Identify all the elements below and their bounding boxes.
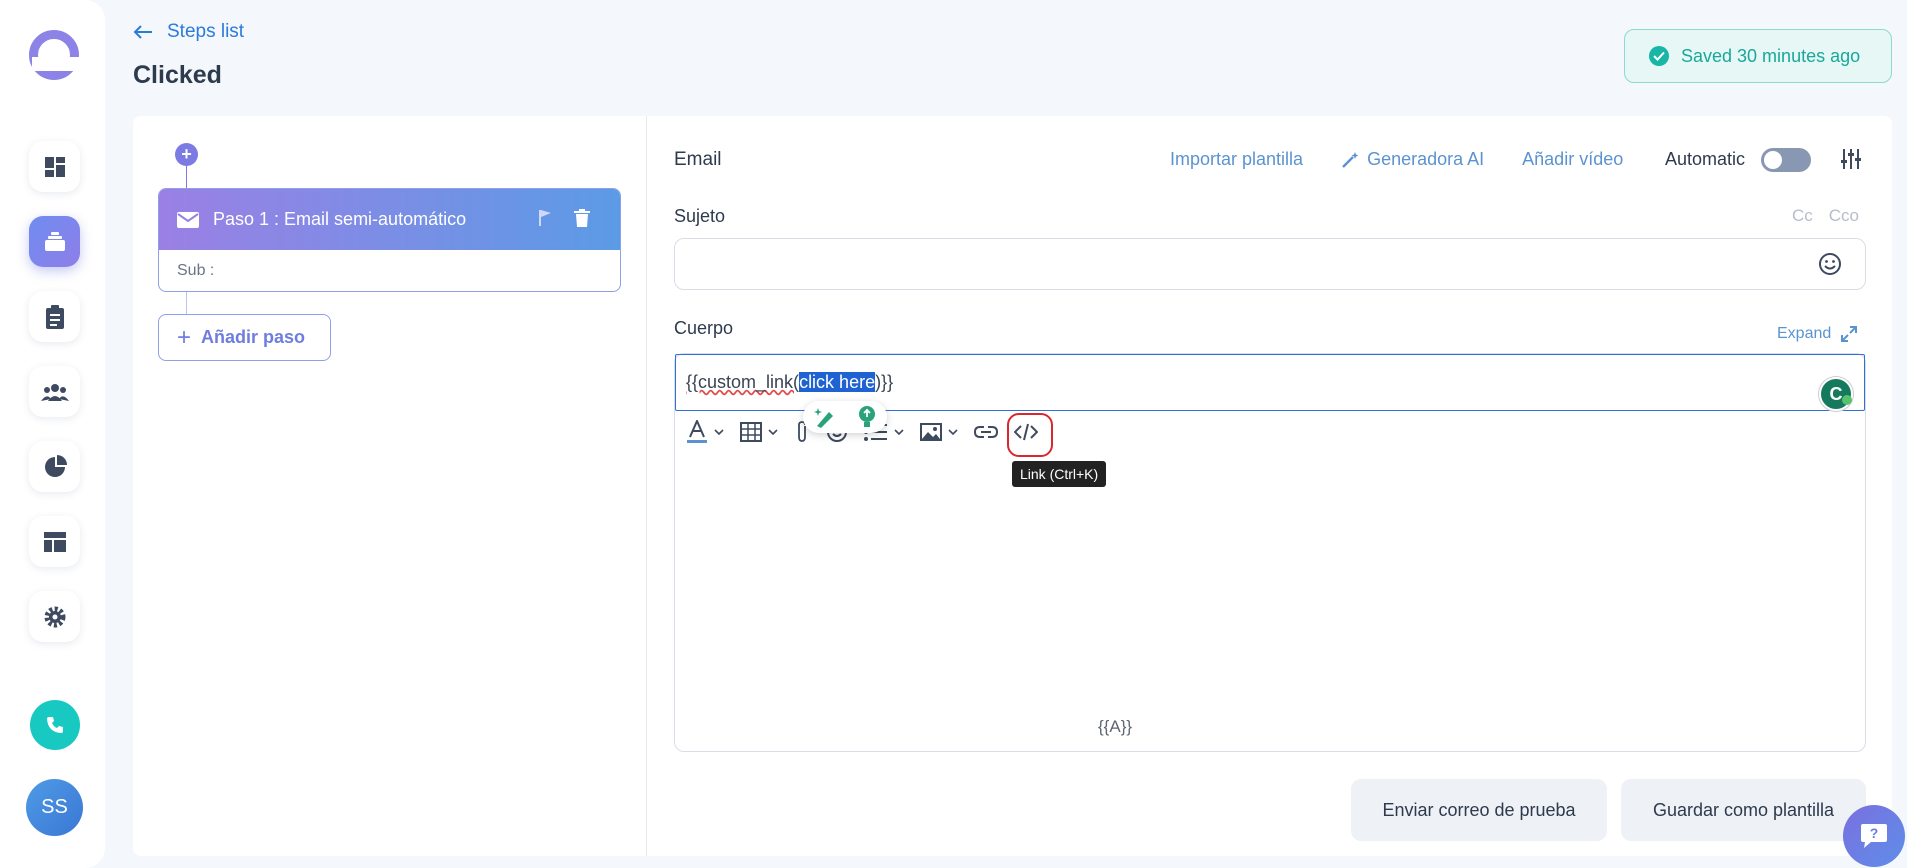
step-subject: Sub : xyxy=(177,262,215,279)
magic-pen-icon[interactable] xyxy=(813,406,837,428)
cc-link[interactable]: Cc xyxy=(1792,206,1813,226)
ai-generator-label: Generadora AI xyxy=(1367,149,1485,169)
trash-icon[interactable] xyxy=(574,209,590,227)
chevron-down-icon xyxy=(768,429,778,435)
tasks-icon[interactable] xyxy=(29,291,80,342)
footer-placeholder: {{A}} xyxy=(1098,717,1133,736)
grammarly-icon[interactable]: C xyxy=(1819,377,1853,411)
subject-input[interactable] xyxy=(674,238,1866,290)
body-text-prefix: {{custom_link( xyxy=(686,372,800,392)
send-test-email-button[interactable]: Enviar correo de prueba xyxy=(1351,779,1607,841)
panel-divider xyxy=(646,116,647,856)
templates-icon[interactable] xyxy=(29,516,80,567)
help-icon: ? xyxy=(1861,824,1887,848)
link-tooltip: Link (Ctrl+K) xyxy=(1012,461,1107,487)
body-label: Cuerpo xyxy=(674,318,734,338)
grammarly-floating-bar xyxy=(803,401,887,433)
table-tool[interactable] xyxy=(740,422,778,442)
ai-generator-link[interactable]: Generadora AI xyxy=(1341,149,1484,170)
sequences-icon[interactable] xyxy=(29,216,80,267)
subject-label: Sujeto xyxy=(674,206,726,226)
back-to-steps-link[interactable]: Steps list xyxy=(133,21,244,43)
editor-toolbar-links: Importar plantilla Generadora AI Añadir … xyxy=(1170,149,1661,170)
text-color-icon xyxy=(687,420,707,443)
saved-status-text: Saved 30 minutes ago xyxy=(1681,45,1861,66)
step-title: Paso 1 : Email semi-automático xyxy=(213,209,467,229)
contacts-icon[interactable] xyxy=(29,366,80,417)
image-tool[interactable] xyxy=(920,423,958,441)
text-color-tool[interactable] xyxy=(686,420,724,444)
body-text-suffix: )}} xyxy=(875,372,894,392)
add-video-label: Añadir vídeo xyxy=(1522,149,1624,169)
insert-step-plus-icon[interactable]: + xyxy=(175,143,198,166)
step-card[interactable]: Paso 1 : Email semi-automático Sub : xyxy=(158,188,621,292)
table-icon xyxy=(740,422,762,442)
settings-icon[interactable] xyxy=(29,591,80,642)
import-template-label: Importar plantilla xyxy=(1170,149,1304,169)
import-template-link[interactable]: Importar plantilla xyxy=(1170,149,1303,170)
chevron-down-icon xyxy=(894,429,904,435)
phone-icon[interactable] xyxy=(30,700,80,750)
add-step-button[interactable]: + Añadir paso xyxy=(158,314,331,361)
saved-status-badge: Saved 30 minutes ago xyxy=(1624,29,1892,83)
automatic-toggle[interactable] xyxy=(1761,148,1811,172)
image-icon xyxy=(920,423,942,441)
expand-label: Expand xyxy=(1777,325,1832,342)
cco-link[interactable]: Cco xyxy=(1829,206,1859,226)
selected-text: click here xyxy=(799,372,876,392)
automatic-label: Automatic xyxy=(1665,149,1746,169)
expand-button[interactable]: Expand xyxy=(1777,325,1858,343)
avatar[interactable]: SS xyxy=(26,779,83,836)
sidebar: SS xyxy=(0,0,105,868)
help-chat-button[interactable]: ? xyxy=(1843,805,1905,867)
check-circle-icon xyxy=(1649,46,1669,66)
back-link-label: Steps list xyxy=(167,21,245,42)
lightbulb-icon[interactable] xyxy=(856,405,878,429)
dashboard-icon[interactable] xyxy=(29,141,80,192)
step-connector xyxy=(186,166,187,188)
add-step-label: Añadir paso xyxy=(201,327,306,347)
link-tool[interactable] xyxy=(974,425,998,439)
page-title: Clicked xyxy=(133,61,222,89)
expand-icon xyxy=(1841,326,1858,342)
section-title: Email xyxy=(674,149,722,170)
editor-content[interactable]: {{custom_link(click here)}} xyxy=(686,372,893,393)
mail-icon xyxy=(177,211,199,228)
save-as-template-button[interactable]: Guardar como plantilla xyxy=(1621,779,1866,841)
emoji-icon[interactable] xyxy=(1818,252,1842,276)
svg-text:?: ? xyxy=(1870,825,1879,841)
sliders-icon[interactable] xyxy=(1840,149,1862,169)
reports-icon[interactable] xyxy=(29,441,80,492)
add-video-link[interactable]: Añadir vídeo xyxy=(1522,149,1623,170)
chevron-down-icon xyxy=(948,429,958,435)
magic-wand-icon xyxy=(1342,151,1359,168)
link-icon xyxy=(974,426,998,438)
link-highlight-annotation xyxy=(1007,413,1053,457)
app-logo[interactable] xyxy=(29,30,79,80)
step-connector xyxy=(186,292,187,314)
arrow-left-icon xyxy=(133,25,152,39)
chevron-down-icon xyxy=(714,429,724,435)
plus-icon: + xyxy=(177,323,192,351)
flag-icon[interactable] xyxy=(538,209,552,227)
